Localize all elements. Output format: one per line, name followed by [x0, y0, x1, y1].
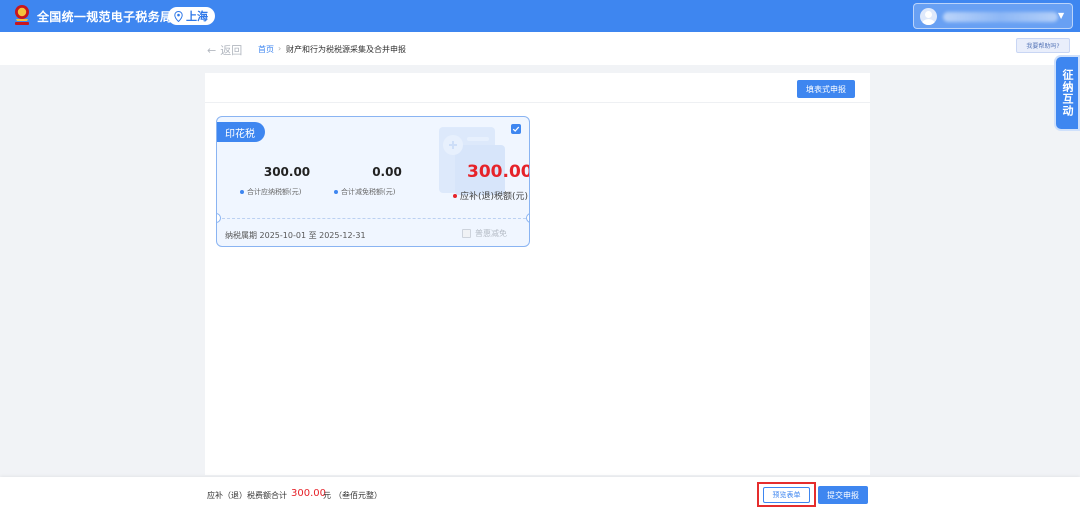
region-selector[interactable]: 上海 [168, 7, 215, 25]
breadcrumb-bar: ← 返回 首页 › 财产和行为税税源采集及合并申报 我要帮助吗? [0, 32, 1080, 65]
total-amount: 300.00 [291, 488, 326, 499]
total-unit: 元 [323, 491, 331, 500]
preview-form-button[interactable]: 预览表单 [763, 487, 810, 503]
payable-label-text: 合计应纳税额(元) [247, 188, 302, 196]
relief-label-text: 合计减免税额(元) [341, 188, 396, 196]
back-label: 返回 [220, 44, 243, 57]
footer-bar: 应补（退）税费额合计 300.00 元 （叁佰元整） 预览表单 提交申报 [0, 477, 1080, 512]
total-label: 应补（退）税费额合计 [207, 491, 287, 500]
arrow-left-icon: ← [207, 43, 217, 57]
tax-period: 纳税属期 2025-10-01 至 2025-12-31 [225, 231, 366, 240]
breadcrumb-current-page: 财产和行为税税源采集及合并申报 [286, 45, 406, 54]
stamp-tax-card[interactable]: 印花税 300.00 0.00 300.00 合计应纳税额(元) 合计减免税额(… [216, 116, 530, 247]
site-title[interactable]: 全国统一规范电子税务局 [37, 8, 172, 25]
card-checkbox[interactable] [511, 124, 521, 134]
breadcrumb-home-link[interactable]: 首页 [258, 44, 274, 55]
top-header: 全国统一规范电子税务局 上海 ▼ [0, 0, 1080, 32]
help-button[interactable]: 我要帮助吗? [1016, 38, 1070, 53]
breadcrumb-separator: › [278, 44, 282, 53]
relief-amount: 0.00 [372, 165, 402, 179]
card-notch [217, 213, 221, 223]
back-button[interactable]: ← 返回 [207, 42, 242, 58]
user-menu[interactable]: ▼ [913, 3, 1073, 29]
refund-label: 应补(退)税额(元) [453, 189, 528, 202]
divider [205, 102, 870, 103]
refund-label-text: 应补(退)税额(元) [460, 192, 529, 202]
payable-amount: 300.00 [263, 165, 311, 179]
main-panel: 填表式申报 印花税 300.00 0.00 300.00 合计应纳税额(元) 合… [205, 73, 870, 475]
interaction-side-tab[interactable]: 征纳互动 [1056, 57, 1078, 129]
bullet-dot-icon [453, 193, 457, 198]
bullet-dot-icon [240, 190, 244, 194]
user-name-redacted [943, 12, 1058, 22]
tax-emblem-icon [15, 5, 29, 25]
card-perforation [217, 218, 529, 219]
checkbox-box[interactable] [462, 229, 471, 238]
tax-type-tag: 印花税 [217, 122, 265, 142]
avatar [920, 8, 937, 25]
submit-declaration-button[interactable]: 提交申报 [818, 486, 868, 504]
chevron-down-icon: ▼ [1058, 11, 1065, 20]
card-notch [526, 213, 529, 223]
inclusive-relief-label: 普惠减免 [475, 229, 507, 238]
bullet-dot-icon [334, 190, 338, 194]
check-icon [512, 126, 520, 132]
region-label: 上海 [186, 10, 208, 23]
payable-label: 合计应纳税额(元) [240, 187, 301, 197]
location-pin-icon [174, 10, 183, 22]
inclusive-relief-checkbox[interactable]: 普惠减免 [462, 228, 507, 239]
document-watermark-icon [439, 127, 505, 195]
form-declare-button[interactable]: 填表式申报 [797, 80, 855, 98]
total-amount-in-words: （叁佰元整） [334, 491, 382, 500]
relief-label: 合计减免税额(元) [334, 187, 395, 197]
refund-amount: 300.00 [467, 162, 530, 182]
